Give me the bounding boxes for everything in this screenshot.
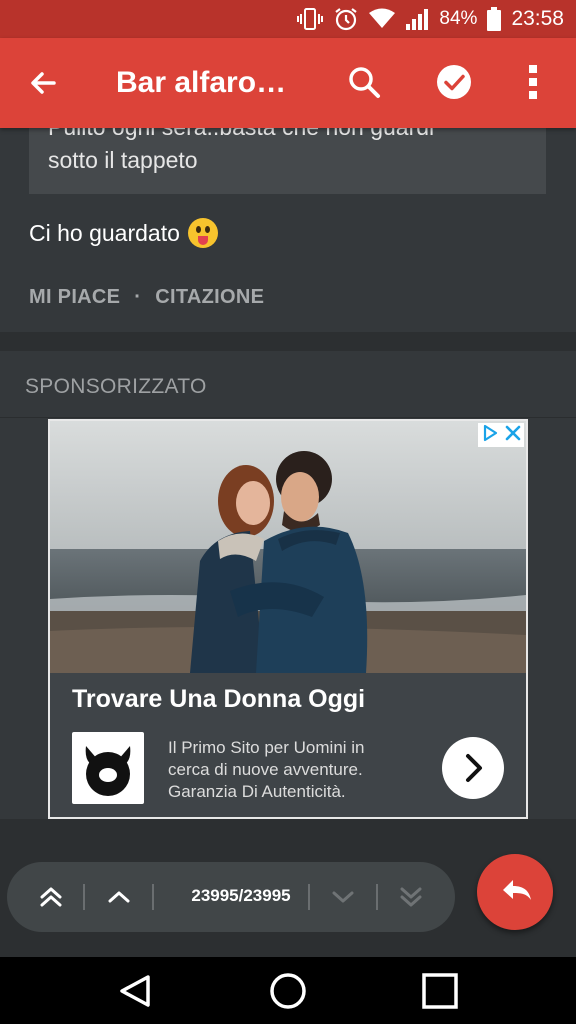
pill-separator xyxy=(376,884,378,910)
quoted-text: Pulito ogni sera..basta che non guardi s… xyxy=(29,128,546,194)
back-arrow-icon[interactable] xyxy=(24,63,64,103)
ad-title[interactable]: Trovare Una Donna Oggi xyxy=(72,685,365,714)
thread-title: Bar alfarom… xyxy=(116,66,312,99)
last-page-icon[interactable] xyxy=(391,877,431,917)
search-icon[interactable] xyxy=(344,62,384,102)
ad-description-line: Il Primo Sito per Uomini in xyxy=(168,738,365,757)
mark-read-check-icon[interactable] xyxy=(434,62,474,102)
pill-separator xyxy=(83,884,85,910)
advertiser-logo-icon xyxy=(72,732,144,804)
home-circle-icon[interactable] xyxy=(268,971,308,1011)
quote-line: Pulito ogni sera..basta che non guardi xyxy=(48,128,434,142)
sponsored-label: SPONSORIZZATO xyxy=(25,375,207,398)
pill-separator xyxy=(152,884,154,910)
recents-square-icon[interactable] xyxy=(420,971,460,1011)
first-page-icon[interactable] xyxy=(31,877,71,917)
back-triangle-icon[interactable] xyxy=(116,971,156,1011)
reply-button[interactable] xyxy=(477,854,553,930)
ad-photo-couple-beach xyxy=(50,421,526,673)
more-vert-icon[interactable] xyxy=(518,62,548,102)
vibrate-icon xyxy=(297,7,324,31)
sponsored-card: SPONSORIZZATO Trovare Una Donna Oggi Il … xyxy=(0,351,576,819)
quote-button[interactable]: CITAZIONE xyxy=(155,286,264,309)
clock: 23:58 xyxy=(511,7,564,30)
pill-separator xyxy=(308,884,310,910)
tongue-out-emoji-icon xyxy=(187,218,218,248)
page-counter[interactable]: 23995/23995 xyxy=(175,886,307,906)
ad-description-line: Garanzia Di Autenticità. xyxy=(168,782,346,801)
post-actions: MI PIACE · CITAZIONE xyxy=(29,286,264,309)
next-page-icon[interactable] xyxy=(323,877,363,917)
adchoices-icon[interactable] xyxy=(481,424,499,447)
post-card: Pulito ogni sera..basta che non guardi s… xyxy=(0,128,576,332)
system-navigation-bar xyxy=(0,957,576,1024)
ad-badge xyxy=(478,423,524,447)
ad-banner[interactable]: Trovare Una Donna Oggi Il Primo Sito per… xyxy=(48,419,528,819)
ad-description-line: cerca di nuove avventure. xyxy=(168,760,363,779)
app-bar: Bar alfarom… xyxy=(0,38,576,128)
post-body: Ci ho guardato xyxy=(29,218,218,248)
pagination-bar: 23995/23995 xyxy=(7,862,455,932)
battery-percent: 84% xyxy=(439,8,478,29)
actions-separator: · xyxy=(134,286,142,308)
close-icon[interactable] xyxy=(505,425,521,446)
post-text: Ci ho guardato xyxy=(29,219,180,246)
status-bar: 84% 23:58 xyxy=(0,0,576,38)
reply-icon xyxy=(503,880,531,900)
ad-open-button[interactable] xyxy=(442,737,504,799)
wifi-icon xyxy=(369,8,396,30)
chevron-right-icon xyxy=(466,754,482,782)
battery-icon xyxy=(487,7,502,31)
previous-page-icon[interactable] xyxy=(99,877,139,917)
ad-description: Il Primo Sito per Uomini in cerca di nuo… xyxy=(168,737,408,803)
quote-line: sotto il tappeto xyxy=(48,147,198,173)
divider xyxy=(0,417,576,418)
signal-icon xyxy=(405,8,429,30)
alarm-icon xyxy=(333,6,359,32)
like-button[interactable]: MI PIACE xyxy=(29,286,120,309)
